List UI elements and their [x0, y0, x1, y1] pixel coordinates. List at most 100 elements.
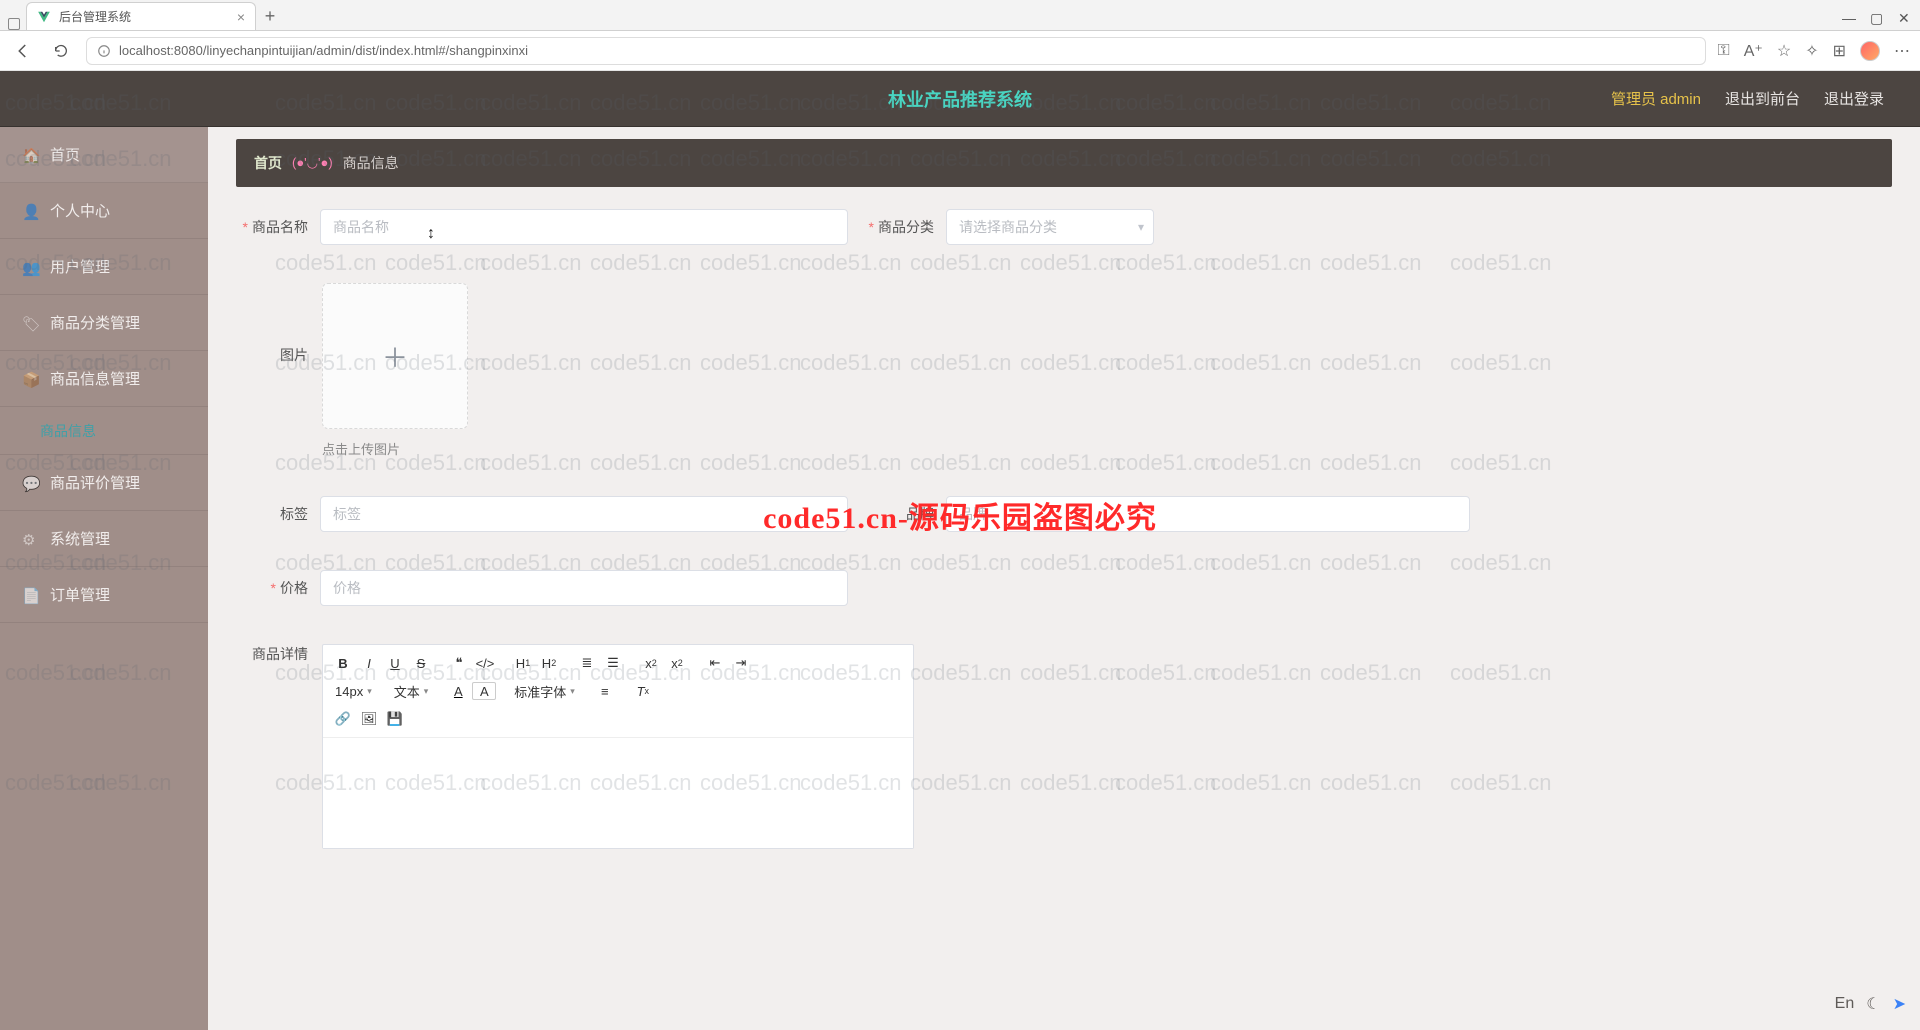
label-product-name: 商品名称 [236, 217, 308, 237]
editor-toolbar: B I U S ❝ </> H1 H2 ≣ ☰ x2 [323, 645, 913, 738]
sidebar-item-user-manage[interactable]: 👥 用户管理 [0, 239, 208, 295]
ordered-list-icon[interactable]: ≣ [575, 651, 599, 675]
profile-avatar-icon[interactable] [1860, 41, 1880, 61]
product-name-input[interactable] [320, 209, 848, 245]
product-form: 商品名称 商品分类 ▾ 图片 ＋ 点击上传图片 [236, 209, 1892, 849]
sidebar-item-label: 商品信息管理 [50, 368, 140, 389]
underline-icon[interactable]: U [383, 651, 407, 675]
moon-icon[interactable]: ☾ [1866, 994, 1880, 1014]
key-icon[interactable]: ⚿ [1718, 42, 1730, 60]
superscript-icon[interactable]: x2 [665, 651, 689, 675]
brand-input[interactable] [946, 496, 1470, 532]
breadcrumb: 首页 (●'◡'●) 商品信息 [236, 139, 1892, 187]
user-icon: 👤 [22, 203, 38, 219]
link-icon[interactable]: 🔗 [331, 707, 355, 731]
sidebar-item-home[interactable]: 🏠 首页 [0, 127, 208, 183]
category-select[interactable]: ▾ [946, 209, 1154, 245]
refresh-icon [53, 43, 69, 59]
browser-tab[interactable]: 后台管理系统 × [26, 2, 256, 30]
sidebar-item-label: 订单管理 [50, 584, 110, 605]
clear-format-icon[interactable]: Tx [631, 679, 655, 703]
gear-icon: ⚙ [22, 531, 38, 547]
arrow-right-icon[interactable]: ➤ [1893, 994, 1906, 1014]
url-text: localhost:8080/linyechanpintuijian/admin… [119, 43, 528, 58]
sidebar-item-category[interactable]: 🏷 商品分类管理 [0, 295, 208, 351]
sidebar-item-product-info[interactable]: 📦 商品信息管理 [0, 351, 208, 407]
h2-icon[interactable]: H2 [537, 651, 561, 675]
price-input[interactable] [320, 570, 848, 606]
label-category: 商品分类 [862, 217, 934, 237]
label-tag: 标签 [236, 504, 308, 524]
info-icon [97, 44, 111, 58]
align-icon[interactable]: ≡ [593, 679, 617, 703]
sidebar-subitem-product-info[interactable]: 商品信息 [0, 407, 208, 455]
maximize-icon[interactable]: ▢ [1870, 10, 1884, 24]
window-decor-icon [8, 18, 20, 30]
exit-to-front-link[interactable]: 退出到前台 [1725, 88, 1800, 109]
close-window-icon[interactable]: ✕ [1898, 10, 1912, 24]
sidebar-item-system[interactable]: ⚙ 系统管理 [0, 511, 208, 567]
sidebar-item-label: 系统管理 [50, 528, 110, 549]
sidebar-item-label: 首页 [50, 144, 80, 165]
more-icon[interactable]: ⋯ [1894, 41, 1910, 61]
logout-link[interactable]: 退出登录 [1824, 88, 1884, 109]
label-detail: 商品详情 [236, 644, 308, 664]
favorite-icon[interactable]: ☆ [1777, 41, 1791, 61]
app-header: 林业产品推荐系统 管理员 admin 退出到前台 退出登录 [0, 71, 1920, 127]
back-button[interactable] [10, 38, 36, 64]
image-icon[interactable]: 🖼 [357, 707, 381, 731]
extensions-icon[interactable]: ⊞ [1833, 41, 1846, 61]
close-tab-icon[interactable]: × [237, 10, 245, 24]
indent-left-icon[interactable]: ⇤ [703, 651, 727, 675]
label-brand: 品牌 [862, 504, 934, 524]
label-image: 图片 [236, 283, 308, 365]
app-title: 林业产品推荐系统 [888, 86, 1032, 112]
minimize-icon[interactable]: — [1842, 10, 1856, 24]
page-mini-toolbar: En ☾ ➤ [1835, 994, 1906, 1014]
collections-icon[interactable]: ✧ [1805, 41, 1818, 61]
sidebar-item-label: 用户管理 [50, 256, 110, 277]
quote-icon[interactable]: ❝ [447, 651, 471, 675]
browser-tab-title: 后台管理系统 [59, 8, 131, 25]
text-color-icon[interactable]: A [446, 679, 470, 703]
bold-icon[interactable]: B [331, 651, 355, 675]
subscript-icon[interactable]: x2 [639, 651, 663, 675]
box-icon: 📦 [22, 371, 38, 387]
tag-icon: 🏷 [22, 315, 38, 331]
refresh-button[interactable] [48, 38, 74, 64]
sidebar-item-profile[interactable]: 👤个人中心 [0, 183, 208, 239]
users-icon: 👥 [22, 259, 38, 275]
breadcrumb-home[interactable]: 首页 [254, 153, 282, 173]
font-family-select[interactable]: 标准字体▾ [510, 682, 579, 701]
text-type-select[interactable]: 文本▾ [390, 682, 433, 701]
save-icon[interactable]: 💾 [383, 707, 407, 731]
sidebar-item-review[interactable]: 💬商品评价管理 [0, 455, 208, 511]
header-user-label[interactable]: 管理员 admin [1611, 88, 1701, 109]
read-aloud-icon[interactable]: A⁺ [1744, 41, 1763, 61]
font-size-select[interactable]: 14px▾ [331, 684, 376, 699]
category-select-display[interactable] [946, 209, 1154, 245]
indent-right-icon[interactable]: ⇥ [729, 651, 753, 675]
label-price: 价格 [236, 578, 308, 598]
image-upload-box[interactable]: ＋ [322, 283, 468, 429]
new-tab-button[interactable]: + [256, 2, 284, 30]
vue-favicon-icon [37, 10, 51, 24]
rich-text-editor[interactable]: B I U S ❝ </> H1 H2 ≣ ☰ x2 [322, 644, 914, 849]
italic-icon[interactable]: I [357, 651, 381, 675]
unordered-list-icon[interactable]: ☰ [601, 651, 625, 675]
translate-icon[interactable]: En [1835, 995, 1855, 1013]
home-icon: 🏠 [22, 147, 38, 163]
sidebar: 🏠 首页 👤个人中心 👥 用户管理 🏷 商品分类管理 📦 商品信息管理 商品信息 💬商品… [0, 127, 208, 1030]
tag-input[interactable] [320, 496, 848, 532]
chat-icon: 💬 [22, 475, 38, 491]
sidebar-item-label: 商品分类管理 [50, 312, 140, 333]
h1-icon[interactable]: H1 [511, 651, 535, 675]
strike-icon[interactable]: S [409, 651, 433, 675]
resize-cursor-icon: ↕ [427, 225, 435, 243]
bg-color-icon[interactable]: A [472, 682, 496, 700]
sidebar-item-orders[interactable]: 📄订单管理 [0, 567, 208, 623]
browser-address-row: localhost:8080/linyechanpintuijian/admin… [0, 31, 1920, 71]
address-bar[interactable]: localhost:8080/linyechanpintuijian/admin… [86, 37, 1706, 65]
code-icon[interactable]: </> [473, 651, 497, 675]
editor-body[interactable] [323, 738, 913, 848]
